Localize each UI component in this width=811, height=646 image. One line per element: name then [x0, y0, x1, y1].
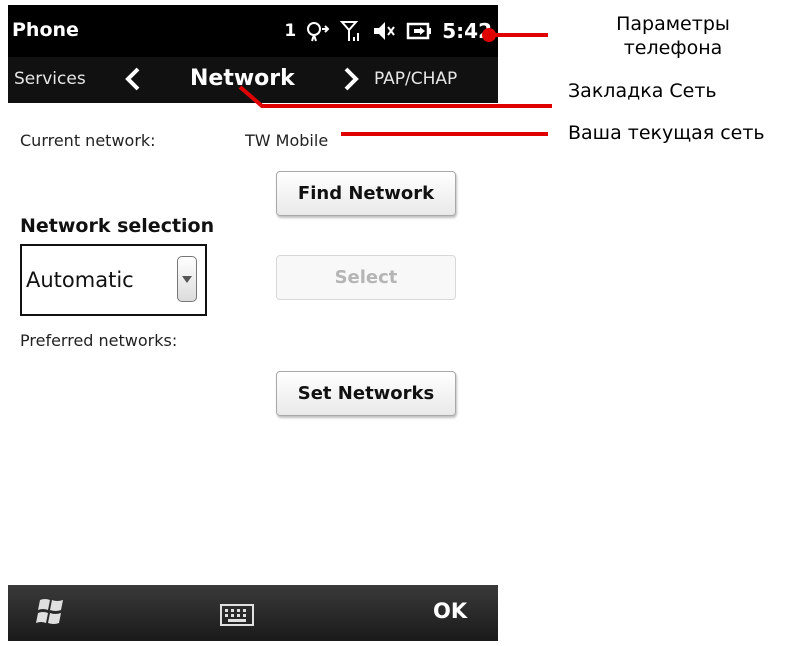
phone-settings-annotation: Параметры телефона [616, 13, 730, 59]
network-tab-callout-line [238, 85, 552, 108]
network-tab-annotation: Закладка Сеть [568, 80, 717, 102]
current-network-annotation: Ваша текущая сеть [568, 122, 765, 144]
